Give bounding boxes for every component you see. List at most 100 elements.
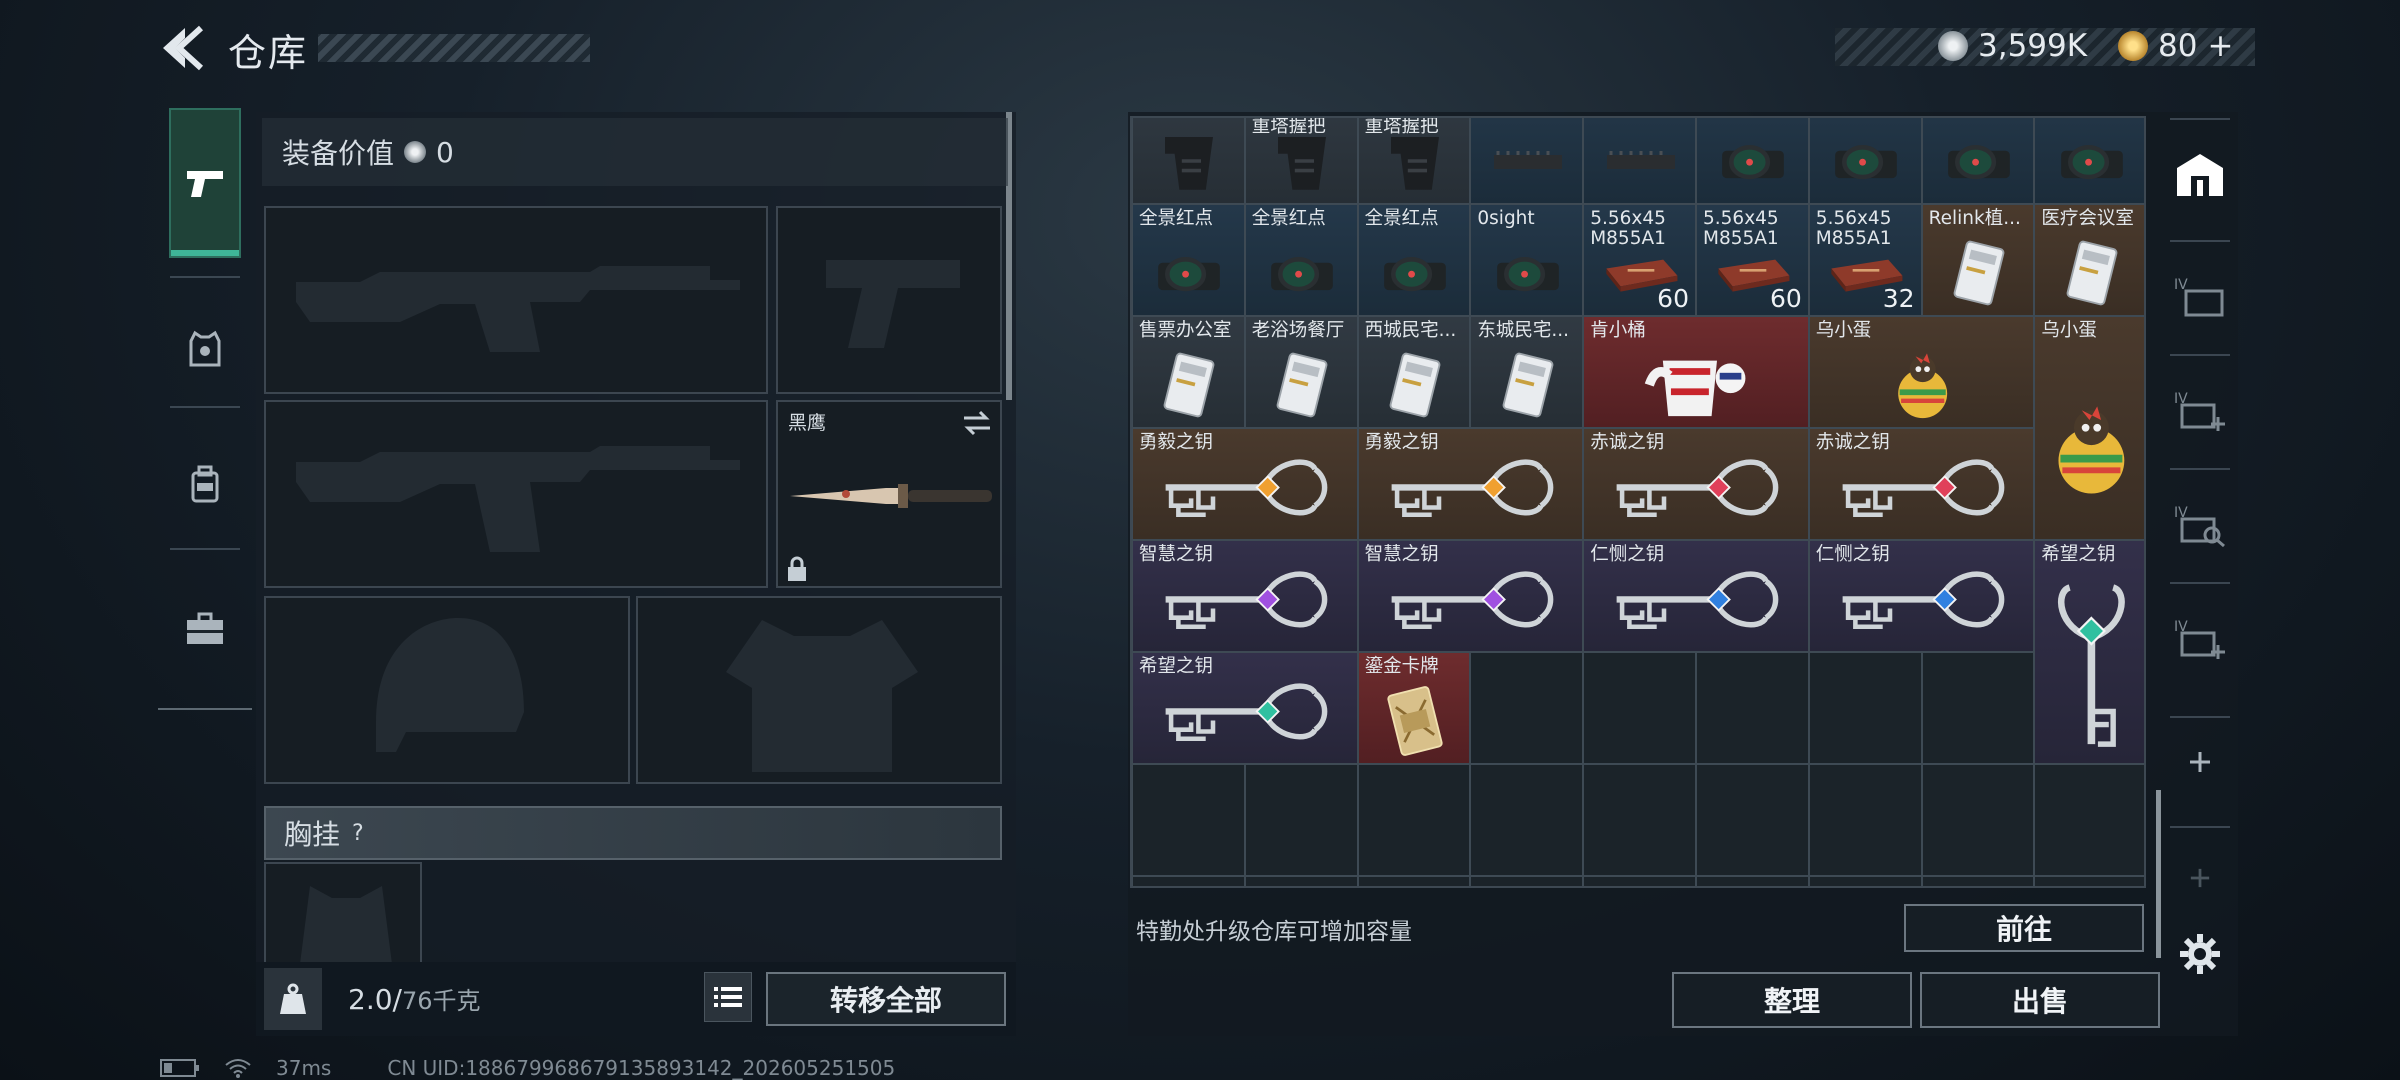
empty-slot[interactable] [1808,876,1922,886]
stash-item-name: 希望之钥 [1139,656,1214,677]
stash-item[interactable]: AR 重塔握把 [1357,118,1471,204]
sidearm-slot[interactable] [776,206,1002,394]
stash-item[interactable]: 全景红点 [1696,118,1809,204]
goto-button[interactable]: 前往 [1904,904,2144,952]
stash-item[interactable]: 全景红点 [1132,204,1245,316]
stash-item[interactable]: 全景红点 [1921,118,2035,204]
empty-slot[interactable] [1696,652,1809,764]
gold-amount: 80 [2158,28,2198,64]
swap-icon[interactable] [962,410,992,436]
list-view-button[interactable] [704,972,752,1022]
empty-slot[interactable] [1921,652,2035,764]
empty-slot[interactable] [1357,764,1471,876]
empty-slot[interactable] [1357,876,1471,886]
empty-slot[interactable] [1696,764,1809,876]
transfer-all-button[interactable]: 转移全部 [766,972,1006,1026]
stash-page-supplies[interactable]: IV [2162,584,2238,694]
empty-slot[interactable] [1583,764,1696,876]
stash-home-tab[interactable] [2162,120,2238,230]
stash-item[interactable]: 智慧之钥 [1357,540,1584,652]
tab-case[interactable] [158,560,252,698]
stash-item[interactable]: 仁恻之钥 [1808,540,2035,652]
empty-slot[interactable] [1921,764,2035,876]
sell-button[interactable]: 出售 [1920,972,2160,1028]
stash-page-weapons[interactable]: IV [2162,242,2238,352]
gold-currency[interactable]: 80 + [2118,28,2233,64]
stash-item[interactable]: MEU增高架 [1583,118,1696,204]
stash-item[interactable]: 希望之钥 [2034,540,2144,764]
empty-slot[interactable] [1921,876,2035,886]
tab-backpack[interactable] [158,416,252,554]
settings-button[interactable] [2162,924,2238,984]
red-dot-sight-icon [1722,145,1785,180]
stash-item[interactable]: 西城民宅... [1357,316,1471,428]
empty-slot[interactable] [1244,764,1358,876]
empty-slot[interactable] [2034,764,2144,876]
sort-button[interactable]: 整理 [1672,972,1912,1028]
stash-page-search[interactable]: IV [2162,470,2238,580]
stash-page-medical[interactable]: IV [2162,356,2238,466]
secondary-weapon-slot[interactable] [264,400,768,588]
stash-item[interactable]: 赤诚之钥 [1583,428,1809,540]
chest-rig-slot[interactable] [264,862,422,964]
stash-item[interactable]: 售票办公室 [1132,316,1245,428]
empty-slot[interactable] [1132,764,1245,876]
stash-item[interactable]: 全景红点 [1808,118,1922,204]
empty-slot[interactable] [1808,764,1922,876]
keycard-icon [1389,352,1441,418]
stash-item[interactable]: AR 重塔握把 [1244,118,1358,204]
empty-slot[interactable] [1696,876,1809,886]
empty-slot[interactable] [1244,876,1358,886]
empty-slot[interactable] [1583,876,1696,886]
stash-item[interactable]: 5.56x45 M855A1 32 [1808,204,1922,316]
stash-item[interactable]: 勇毅之钥 [1357,428,1584,540]
stash-item[interactable]: 智慧之钥 [1132,540,1358,652]
stash-item[interactable]: 多用途增高 [1470,118,1584,204]
melee-slot[interactable]: 黑鹰 [776,400,1002,588]
stash-item[interactable]: RK3后握把 [1132,118,1245,204]
add-currency-icon[interactable]: + [2207,28,2233,64]
tab-armor[interactable] [158,280,252,418]
empty-slot[interactable] [1470,764,1584,876]
gold-coin-icon [2118,31,2148,61]
stash-item[interactable]: 肯小桶 [1583,316,1809,428]
stash-item[interactable]: 赤诚之钥 [1808,428,2035,540]
stash-item[interactable]: 5.56x45 M855A1 60 [1696,204,1809,316]
stash-item[interactable]: 0sight [1470,204,1584,316]
helmet-slot[interactable] [264,596,630,784]
stash-item[interactable]: 全景红点 [1244,204,1358,316]
stash-item[interactable]: 乌小蛋 [2034,316,2144,540]
stash-item[interactable]: Relink植... [1921,204,2035,316]
empty-slot[interactable] [1808,652,1922,764]
stash-item[interactable]: 东城民宅... [1470,316,1584,428]
body-armor-slot[interactable] [636,596,1002,784]
empty-slot[interactable] [1470,652,1584,764]
empty-slot[interactable] [1583,652,1696,764]
empty-slot[interactable] [1470,876,1584,886]
stash-item[interactable]: 全景红点 [1357,204,1471,316]
back-button[interactable] [155,22,211,74]
help-icon[interactable]: ? [352,821,364,846]
stash-item[interactable]: 医疗会议室 [2034,204,2144,316]
add-stash-page-button[interactable] [2162,722,2238,802]
stash-item[interactable]: 5.56x45 M855A1 60 [1583,204,1696,316]
stash-item[interactable]: 勇毅之钥 [1132,428,1358,540]
empty-slot[interactable] [1132,876,1245,886]
stash-item[interactable]: 老浴场餐厅 [1244,316,1358,428]
empty-slot[interactable] [2034,876,2144,886]
stash-grid[interactable]: RK3后握把AR 重塔握把AR 重塔握把多用途增高MEU增高架全景红点全景红点全… [1130,116,2146,888]
stash-item[interactable]: 鎏金卡牌 [1357,652,1471,764]
stash-item[interactable]: 仁恻之钥 [1583,540,1809,652]
stash-item[interactable]: 希望之钥 [1132,652,1358,764]
list-icon [714,987,742,1007]
stash-item-name: 全景红点 [1251,208,1326,229]
melee-name: 黑鹰 [788,412,827,434]
stash-item[interactable]: 乌小蛋 [1808,316,2035,428]
red-dot-sight-icon [2060,145,2123,180]
key-icon [1616,571,1779,630]
tab-weapons[interactable] [169,108,241,258]
stash-item[interactable]: 全景红点 [2034,118,2144,204]
stash-page-rail: IV IV IV IV [2162,112,2238,1036]
stash-scrollbar[interactable] [2156,790,2161,958]
primary-weapon-slot[interactable] [264,206,768,394]
